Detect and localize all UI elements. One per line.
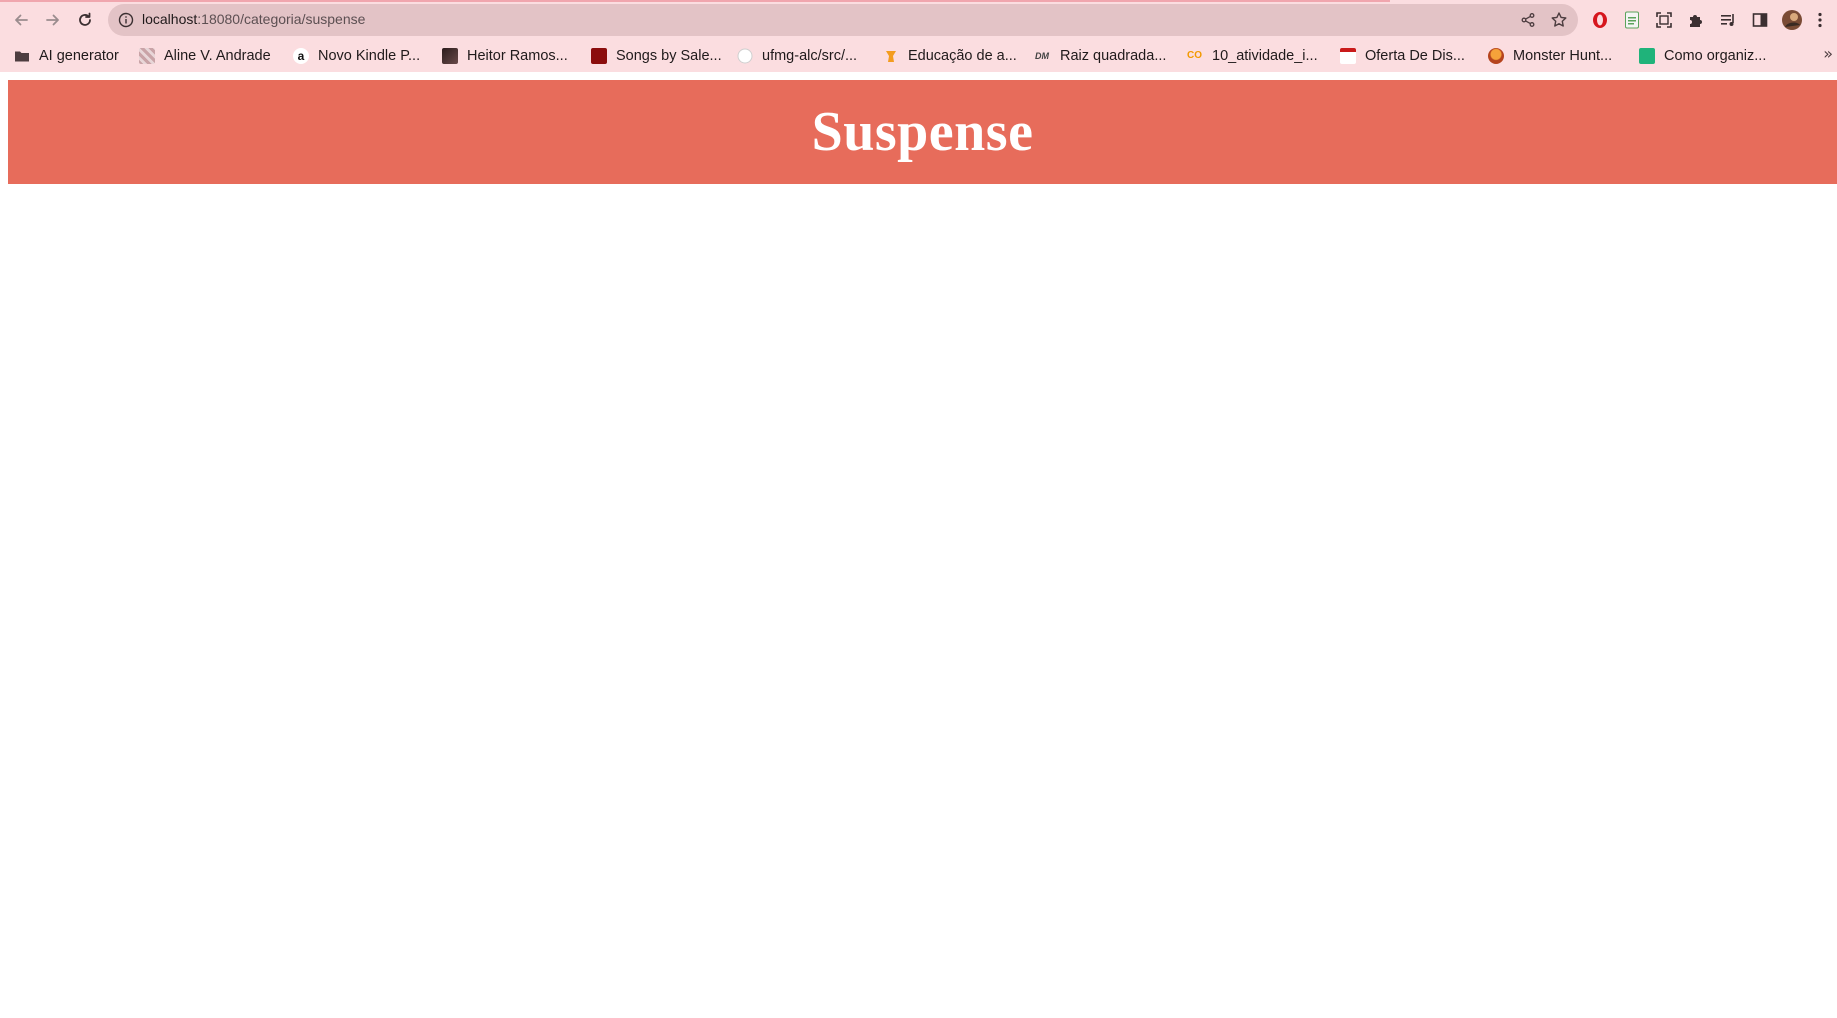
side-panel-icon bbox=[1752, 13, 1768, 27]
page-title: Suspense bbox=[811, 101, 1034, 163]
site-favicon-icon bbox=[442, 48, 458, 64]
bookmark-item[interactable]: ufmg-alc/src/... bbox=[737, 44, 857, 68]
site-favicon-icon bbox=[591, 48, 607, 64]
folder-icon bbox=[15, 51, 29, 62]
document-icon bbox=[1625, 11, 1639, 29]
bookmarks-bar: AI generator Aline V. Andrade a Novo Kin… bbox=[0, 40, 1837, 72]
amazon-icon: a bbox=[293, 48, 309, 64]
site-favicon-icon bbox=[1488, 48, 1504, 64]
bookmark-label: Songs by Sale... bbox=[616, 48, 722, 64]
bookmark-item[interactable]: Como organiz... bbox=[1639, 44, 1766, 68]
back-arrow-icon bbox=[15, 14, 28, 26]
bookmark-label: Aline V. Andrade bbox=[164, 48, 271, 64]
kebab-menu-icon bbox=[1818, 12, 1822, 28]
browser-menu-button[interactable] bbox=[1813, 9, 1827, 31]
address-bar[interactable]: localhost:18080/categoria/suspense bbox=[108, 4, 1578, 36]
site-favicon-icon: DM bbox=[1035, 51, 1049, 61]
bookmark-item[interactable]: Educação de a... bbox=[883, 44, 1017, 68]
opera-extension-icon[interactable] bbox=[1589, 9, 1611, 31]
bookmark-item[interactable]: Monster Hunt... bbox=[1488, 44, 1612, 68]
bookmark-item[interactable]: CO 10_atividade_i... bbox=[1187, 44, 1318, 68]
bookmark-label: Oferta De Dis... bbox=[1365, 48, 1465, 64]
bookmark-label: AI generator bbox=[39, 48, 119, 64]
bookmark-star-icon[interactable] bbox=[1550, 11, 1568, 29]
bookmark-item[interactable]: Aline V. Andrade bbox=[139, 44, 271, 68]
capture-frame-icon bbox=[1656, 12, 1672, 28]
avatar bbox=[1782, 10, 1802, 30]
back-button[interactable] bbox=[7, 6, 35, 34]
sheets-extension-icon[interactable] bbox=[1621, 9, 1643, 31]
bookmark-label: Como organiz... bbox=[1664, 48, 1767, 64]
colab-icon: CO bbox=[1187, 50, 1202, 61]
bookmark-item[interactable]: Oferta De Dis... bbox=[1340, 44, 1465, 68]
extensions-button[interactable] bbox=[1685, 9, 1707, 31]
media-control-button[interactable] bbox=[1717, 9, 1739, 31]
site-favicon-icon bbox=[886, 51, 896, 62]
screenshot-extension-icon[interactable] bbox=[1653, 9, 1675, 31]
playlist-icon bbox=[1721, 14, 1734, 26]
forward-arrow-icon bbox=[46, 14, 59, 26]
browser-toolbar: localhost:18080/categoria/suspense bbox=[0, 0, 1837, 40]
bookmark-item[interactable]: DM Raiz quadrada... bbox=[1035, 44, 1166, 68]
site-favicon-icon bbox=[139, 48, 155, 64]
bookmark-item[interactable]: a Novo Kindle P... bbox=[293, 44, 420, 68]
puzzle-piece-icon bbox=[1690, 15, 1702, 27]
opera-icon bbox=[1593, 12, 1607, 28]
bookmark-label: Monster Hunt... bbox=[1513, 48, 1613, 64]
share-icon[interactable] bbox=[1520, 12, 1536, 28]
url-path: :18080/categoria/suspense bbox=[197, 11, 366, 27]
browser-chrome: localhost:18080/categoria/suspense AI ge… bbox=[0, 0, 1837, 72]
bookmark-label: Educação de a... bbox=[908, 48, 1017, 64]
info-icon[interactable] bbox=[118, 12, 134, 28]
profile-button[interactable] bbox=[1781, 9, 1803, 31]
bookmark-item[interactable]: Heitor Ramos... bbox=[442, 44, 568, 68]
bookmark-label: Heitor Ramos... bbox=[467, 48, 568, 64]
url-text: localhost:18080/categoria/suspense bbox=[142, 11, 365, 27]
category-header: Suspense bbox=[8, 80, 1837, 184]
reload-icon bbox=[79, 12, 91, 26]
site-favicon-icon bbox=[1639, 48, 1655, 64]
bookmark-item[interactable]: Songs by Sale... bbox=[591, 44, 722, 68]
github-icon bbox=[737, 48, 753, 64]
bookmark-label: 10_atividade_i... bbox=[1212, 48, 1318, 64]
reload-button[interactable] bbox=[71, 6, 99, 34]
bookmark-item[interactable]: AI generator bbox=[14, 44, 119, 68]
bookmark-label: Novo Kindle P... bbox=[318, 48, 421, 64]
bookmark-label: Raiz quadrada... bbox=[1060, 48, 1167, 64]
side-panel-button[interactable] bbox=[1749, 9, 1771, 31]
bookmark-label: ufmg-alc/src/... bbox=[762, 48, 858, 64]
site-favicon-icon bbox=[1340, 48, 1356, 64]
forward-button[interactable] bbox=[39, 6, 67, 34]
url-host: localhost bbox=[142, 11, 198, 27]
more-bookmarks-button[interactable]: » bbox=[1823, 44, 1833, 63]
